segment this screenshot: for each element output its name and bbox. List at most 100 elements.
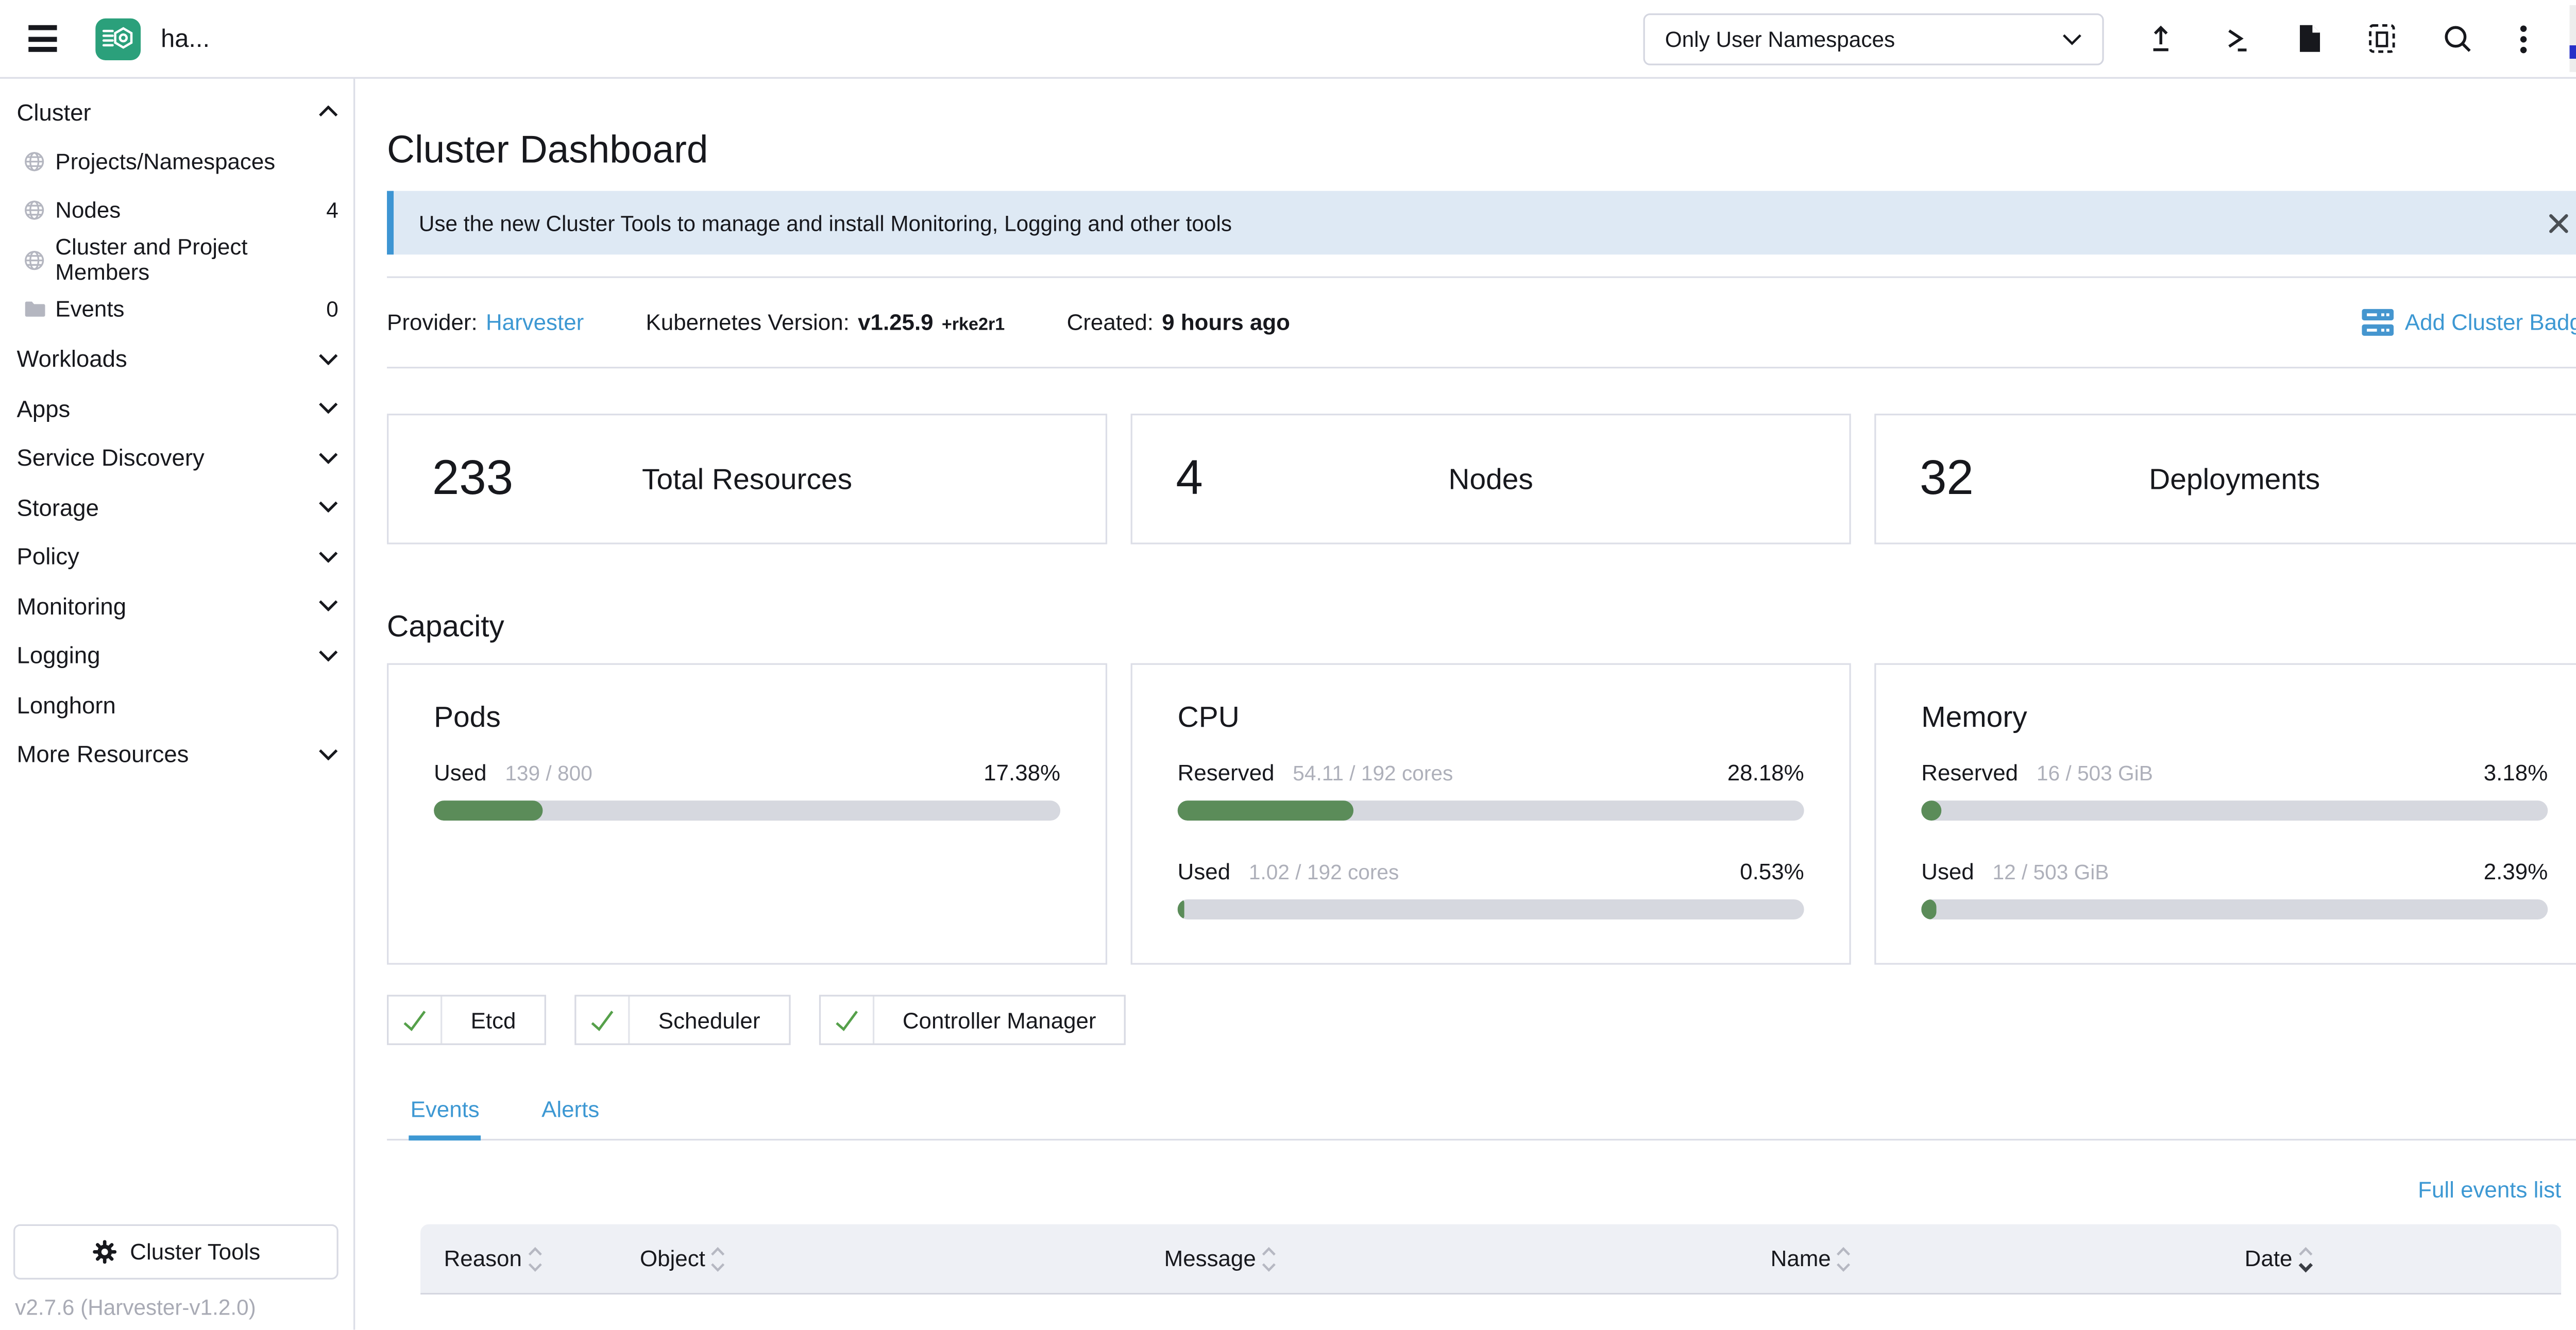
provider-label: Provider:: [387, 310, 478, 335]
chevron-down-icon: [318, 551, 338, 562]
version-text: v2.7.6 (Harvester-v1.2.0): [15, 1294, 256, 1320]
cpu-card-title: CPU: [1178, 700, 1804, 735]
column-header-reason[interactable]: Reason: [420, 1245, 640, 1272]
sidebar-group-logging[interactable]: Logging: [0, 630, 353, 680]
column-header-date[interactable]: Date: [2245, 1245, 2313, 1272]
cluster-glance-row: Provider: Harvester Kubernetes Version: …: [387, 278, 2576, 369]
sidebar: Cluster Projects/Namespaces: [0, 77, 355, 1330]
sidebar-item-nodes[interactable]: Nodes 4: [0, 186, 353, 235]
hamburger-menu-icon[interactable]: [28, 25, 57, 52]
cluster-name[interactable]: ha...: [161, 24, 210, 53]
sidebar-item-label: Projects/Namespaces: [55, 149, 275, 174]
sidebar-group-label: Monitoring: [17, 592, 127, 619]
sidebar-group-label: Service Discovery: [17, 444, 205, 471]
chevron-up-icon: [318, 106, 338, 118]
progress-bar: [1178, 800, 1804, 821]
column-label: Message: [1164, 1246, 1256, 1271]
created-label: Created:: [1067, 310, 1154, 335]
user-avatar[interactable]: [2569, 5, 2576, 72]
progress-fill: [1178, 899, 1184, 919]
sidebar-group-label: Storage: [17, 493, 99, 520]
kubeconfig-icon[interactable]: [2368, 24, 2395, 54]
events-section: Events Alerts Full events list Reason Ob…: [387, 1085, 2576, 1294]
metric-percent: 0.53%: [1740, 859, 1804, 884]
item-count: 0: [326, 297, 338, 322]
created-value: 9 hours ago: [1162, 310, 1290, 335]
metric-percent: 17.38%: [984, 760, 1060, 786]
column-label: Object: [640, 1246, 705, 1271]
kubernetes-version-suffix: +rke2r1: [942, 315, 1005, 335]
sidebar-group-label: Logging: [17, 642, 100, 669]
memory-capacity-card: Memory Reserved 16 / 503 GiB 3.18% Used …: [1874, 663, 2576, 965]
created-info: Created: 9 hours ago: [1067, 310, 1290, 335]
chevron-down-icon: [2062, 32, 2082, 44]
sidebar-item-label: Nodes: [55, 198, 121, 223]
add-cluster-badge-button[interactable]: Add Cluster Badge: [2361, 308, 2576, 336]
sidebar-group-more-resources[interactable]: More Resources: [0, 729, 353, 779]
sidebar-group-workloads[interactable]: Workloads: [0, 334, 353, 384]
capacity-section-title: Capacity: [387, 609, 2576, 644]
progress-bar: [1178, 899, 1804, 919]
close-icon[interactable]: [2548, 212, 2569, 233]
sort-icon: [1836, 1245, 1851, 1272]
sidebar-item-cluster-and-project-members[interactable]: Cluster and Project Members: [0, 235, 353, 285]
docs-icon[interactable]: [2298, 24, 2322, 54]
sidebar-group-policy[interactable]: Policy: [0, 532, 353, 581]
sidebar-group-label: Policy: [17, 543, 79, 570]
search-icon[interactable]: [2442, 24, 2472, 54]
column-label: Date: [2245, 1246, 2293, 1271]
kubectl-shell-icon[interactable]: [2223, 24, 2251, 53]
chevron-down-icon: [318, 600, 338, 612]
sort-icon: [527, 1245, 542, 1272]
gear-icon: [92, 1239, 117, 1265]
sidebar-group-service-discovery[interactable]: Service Discovery: [0, 433, 353, 482]
sidebar-group-monitoring[interactable]: Monitoring: [0, 581, 353, 630]
progress-bar: [1921, 899, 2548, 919]
progress-bar: [1921, 800, 2548, 821]
nodes-label: Nodes: [1132, 462, 1850, 497]
nodes-card: 4 Nodes: [1131, 414, 1851, 544]
add-cluster-badge-label: Add Cluster Badge: [2405, 310, 2576, 335]
cpu-used-metric: Used 1.02 / 192 cores 0.53%: [1178, 859, 1804, 919]
provider-link[interactable]: Harvester: [486, 310, 584, 335]
full-events-list-row: Full events list: [387, 1178, 2561, 1203]
harvester-logo[interactable]: [95, 18, 141, 59]
progress-fill: [434, 800, 543, 821]
kebab-menu-icon[interactable]: [2519, 24, 2528, 53]
kubernetes-version-value: v1.25.9: [858, 310, 933, 335]
namespace-filter-value: Only User Namespaces: [1665, 26, 1895, 51]
full-events-list-link[interactable]: Full events list: [2418, 1178, 2561, 1203]
page-title: Cluster Dashboard: [387, 127, 2576, 171]
banner-text: Use the new Cluster Tools to manage and …: [419, 210, 1232, 235]
progress-fill: [1921, 800, 1941, 821]
memory-used-metric: Used 12 / 503 GiB 2.39%: [1921, 859, 2548, 919]
cluster-tools-button[interactable]: Cluster Tools: [13, 1224, 338, 1280]
column-header-name[interactable]: Name: [1771, 1245, 2245, 1272]
kubernetes-version-info: Kubernetes Version: v1.25.9 +rke2r1: [646, 310, 1005, 335]
sidebar-item-projects-namespaces[interactable]: Projects/Namespaces: [0, 137, 353, 186]
metric-label: Used: [434, 760, 486, 786]
column-header-message[interactable]: Message: [1164, 1245, 1771, 1272]
progress-bar: [434, 800, 1060, 821]
progress-fill: [1921, 899, 1936, 919]
sidebar-group-cluster[interactable]: Cluster: [0, 87, 353, 137]
metric-percent: 28.18%: [1727, 760, 1804, 786]
sidebar-group-storage[interactable]: Storage: [0, 482, 353, 532]
pods-capacity-card: Pods Used 139 / 800 17.38%: [387, 663, 1107, 965]
column-header-object[interactable]: Object: [640, 1245, 1164, 1272]
resource-count-cards: 233 Total Resources 4 Nodes 32 Deploymen…: [387, 414, 2576, 544]
upload-icon[interactable]: [2146, 24, 2176, 54]
sidebar-group-apps[interactable]: Apps: [0, 384, 353, 433]
tab-events[interactable]: Events: [411, 1085, 480, 1139]
sidebar-item-longhorn[interactable]: Longhorn: [0, 680, 353, 729]
sort-icon: [1261, 1245, 1276, 1272]
globe-icon: [24, 150, 45, 172]
check-icon: [821, 997, 874, 1044]
check-icon: [388, 997, 442, 1044]
namespace-filter-dropdown[interactable]: Only User Namespaces: [1643, 12, 2104, 64]
component-label: Etcd: [442, 1008, 544, 1033]
sidebar-group-label: Apps: [17, 395, 71, 421]
pods-card-title: Pods: [434, 700, 1060, 735]
tab-alerts[interactable]: Alerts: [541, 1085, 599, 1139]
sidebar-item-events[interactable]: Events 0: [0, 285, 353, 334]
